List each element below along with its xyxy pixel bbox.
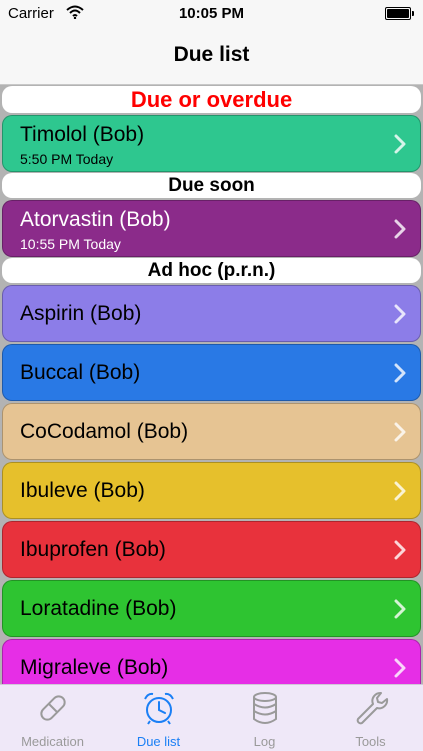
battery-icon	[385, 7, 414, 20]
medication-row-ibuprofen[interactable]: Ibuprofen (Bob)	[2, 521, 421, 578]
chevron-right-icon	[394, 481, 406, 501]
status-bar: Carrier 10:05 PM	[0, 0, 423, 28]
medication-name: Aspirin (Bob)	[20, 302, 142, 325]
medication-name: Ibuleve (Bob)	[20, 479, 145, 502]
section-header-ad-hoc: Ad hoc (p.r.n.)	[2, 258, 421, 283]
tab-due-list[interactable]: Due list	[106, 685, 211, 751]
tab-label: Log	[253, 734, 276, 749]
tab-tools[interactable]: Tools	[318, 685, 423, 751]
tab-label: Medication	[21, 734, 84, 749]
navigation-bar: Due list	[0, 28, 423, 85]
chevron-right-icon	[394, 219, 406, 239]
medication-row-atorvastin[interactable]: Atorvastin (Bob) 10:55 PM Today	[2, 200, 421, 257]
clock-time: 10:05 PM	[178, 5, 245, 22]
chevron-right-icon	[394, 304, 406, 324]
section-header-due-or-overdue: Due or overdue	[2, 86, 421, 113]
tab-log[interactable]: Log	[212, 685, 317, 751]
wrench-icon	[356, 692, 389, 725]
chevron-right-icon	[394, 134, 406, 154]
chevron-right-icon	[394, 540, 406, 560]
chevron-right-icon	[394, 599, 406, 619]
medication-name: Loratadine (Bob)	[20, 597, 177, 620]
medication-name: Atorvastin (Bob)	[20, 208, 171, 231]
medication-row-timolol[interactable]: Timolol (Bob) 5:50 PM Today	[2, 115, 421, 172]
medication-name: Buccal (Bob)	[20, 361, 141, 384]
pill-icon	[40, 695, 66, 721]
alarm-clock-icon	[144, 692, 174, 725]
chevron-right-icon	[394, 658, 406, 678]
medication-row-buccal[interactable]: Buccal (Bob)	[2, 344, 421, 401]
chevron-right-icon	[394, 422, 406, 442]
medication-row-ibuleve[interactable]: Ibuleve (Bob)	[2, 462, 421, 519]
medication-name: Migraleve (Bob)	[20, 656, 169, 679]
medication-row-aspirin[interactable]: Aspirin (Bob)	[2, 285, 421, 342]
tab-label: Due list	[136, 734, 181, 749]
medication-name: Timolol (Bob)	[20, 123, 145, 146]
medication-name: Ibuprofen (Bob)	[20, 538, 166, 561]
medication-row-loratadine[interactable]: Loratadine (Bob)	[2, 580, 421, 637]
tab-bar: Medication Due list Log Tools	[0, 684, 423, 751]
due-time: 10:55 PM Today	[20, 236, 121, 252]
section-header-due-soon: Due soon	[2, 173, 421, 198]
medication-row-cocodamol[interactable]: CoCodamol (Bob)	[2, 403, 421, 460]
due-list: Due or overdue Timolol (Bob) 5:50 PM Tod…	[0, 85, 423, 696]
database-icon	[253, 692, 277, 724]
tab-label: Tools	[355, 734, 386, 749]
medication-name: CoCodamol (Bob)	[20, 420, 189, 443]
chevron-right-icon	[394, 363, 406, 383]
due-time: 5:50 PM Today	[20, 151, 114, 167]
tab-medication[interactable]: Medication	[0, 685, 105, 751]
page-title: Due list	[173, 43, 250, 66]
